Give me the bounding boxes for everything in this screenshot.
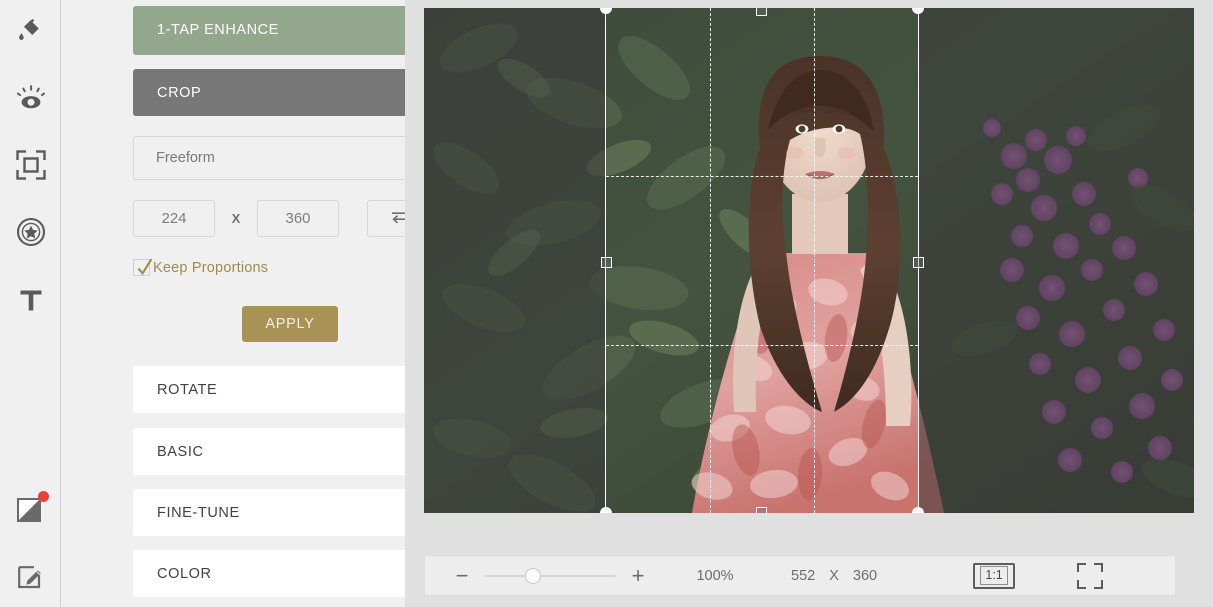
frame-icon <box>15 150 46 180</box>
dimension-separator: X <box>231 211 241 226</box>
fine-tune-section-label: FINE-TUNE <box>157 504 240 521</box>
source-photo <box>424 8 1194 513</box>
zoom-slider[interactable] <box>485 567 615 584</box>
apply-button[interactable]: APPLY <box>242 306 338 342</box>
notification-badge <box>38 491 49 502</box>
crop-handle-middle-left[interactable] <box>601 257 612 268</box>
crop-dimensions-row: X <box>133 200 445 237</box>
check-icon <box>137 258 153 276</box>
tool-paint-bucket[interactable] <box>0 6 61 56</box>
aspect-ratio-select[interactable]: Freeform <box>133 136 445 180</box>
canvas-area: − + 100% 552 X 360 1:1 <box>405 0 1213 607</box>
basic-section-header[interactable]: BASIC <box>133 428 445 475</box>
zoom-in-button[interactable]: + <box>615 563 661 589</box>
dimension-separator: X <box>829 567 839 584</box>
crop-handle-middle-right[interactable] <box>913 257 924 268</box>
photo-editor-app: 1-TAP ENHANCE CROP Freeform X <box>0 0 1213 607</box>
zoom-out-button[interactable]: − <box>439 563 485 589</box>
photo-viewport[interactable] <box>424 8 1194 513</box>
crop-handle-bottom-left[interactable] <box>600 507 612 513</box>
color-section-label: COLOR <box>157 565 212 582</box>
keep-proportions-toggle[interactable]: Keep Proportions <box>133 258 269 276</box>
fine-tune-section-header[interactable]: FINE-TUNE <box>133 489 445 536</box>
tool-overlays[interactable] <box>0 485 61 535</box>
draw-icon <box>16 562 46 592</box>
tool-draw[interactable] <box>0 552 61 602</box>
tool-preview-eye[interactable] <box>0 73 61 123</box>
image-width-value: 552 <box>791 567 816 584</box>
one-tap-enhance-button[interactable]: 1-TAP ENHANCE <box>133 6 445 55</box>
zoom-slider-thumb[interactable] <box>525 567 541 584</box>
text-icon <box>17 286 45 314</box>
keep-proportions-checkbox[interactable] <box>133 258 153 276</box>
tool-frame[interactable] <box>0 140 61 190</box>
tool-rail <box>0 0 61 607</box>
rotate-section-label: ROTATE <box>157 381 218 398</box>
crop-width-input[interactable] <box>133 200 215 237</box>
image-height-value: 360 <box>852 567 878 584</box>
crop-height-input[interactable] <box>257 200 339 237</box>
paint-bucket-icon <box>16 16 46 46</box>
image-dimensions: 552 X 360 <box>791 568 877 584</box>
crop-handle-top-center[interactable] <box>756 8 767 16</box>
crop-section-label: CROP <box>157 84 202 101</box>
keep-proportions-label: Keep Proportions <box>153 259 269 276</box>
zoom-percent-value: 100% <box>696 567 734 584</box>
fit-to-screen-button[interactable] <box>1077 562 1104 589</box>
basic-section-label: BASIC <box>157 443 204 460</box>
tool-text[interactable] <box>0 275 61 325</box>
crop-handle-bottom-center[interactable] <box>756 507 767 513</box>
color-section-header[interactable]: COLOR <box>133 550 445 597</box>
aspect-ratio-value: Freeform <box>156 150 215 166</box>
crop-handle-bottom-right[interactable] <box>912 507 924 513</box>
zoom-slider-track <box>485 574 615 577</box>
rotate-section-header[interactable]: ROTATE <box>133 366 445 413</box>
tool-effects-star[interactable] <box>0 207 61 257</box>
edit-panel: 1-TAP ENHANCE CROP Freeform X <box>61 0 445 607</box>
photo-render <box>424 8 1194 513</box>
zoom-toolbar: − + 100% 552 X 360 1:1 <box>424 555 1176 596</box>
eye-icon <box>15 84 47 112</box>
star-badge-icon <box>16 217 46 247</box>
actual-size-label: 1:1 <box>980 566 1008 585</box>
actual-size-button[interactable]: 1:1 <box>973 562 1016 589</box>
crop-section-header[interactable]: CROP <box>133 69 445 116</box>
